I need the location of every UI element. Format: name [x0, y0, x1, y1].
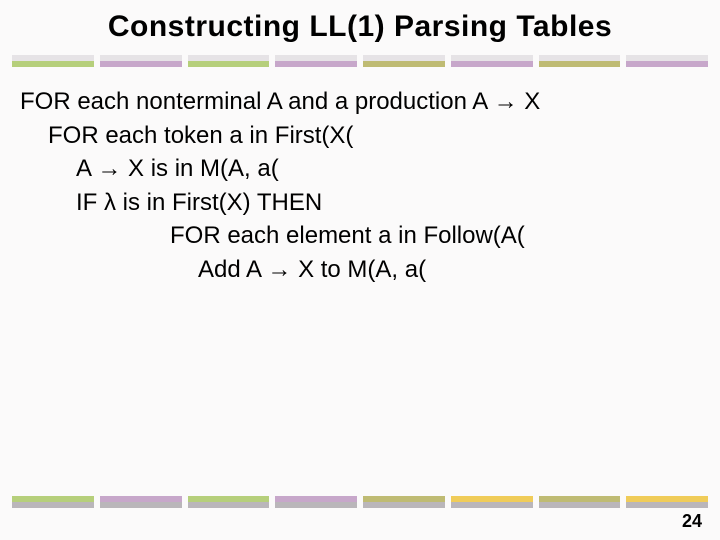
band-cell — [188, 502, 270, 508]
band-cell — [188, 61, 270, 67]
algo-line: FOR each token a in First(X( — [20, 119, 700, 153]
slide-body: FOR each nonterminal A and a production … — [20, 85, 700, 287]
band-cell — [539, 502, 621, 508]
band-cell — [626, 61, 708, 67]
band-cell — [12, 502, 94, 508]
decorative-band-top — [12, 55, 708, 67]
page-number: 24 — [682, 511, 702, 532]
band-cell — [363, 61, 445, 67]
band-cell — [100, 502, 182, 508]
band-cell — [626, 502, 708, 508]
algo-line: FOR each element a in Follow(A( — [20, 219, 700, 253]
band-cell — [275, 502, 357, 508]
band-cell — [275, 61, 357, 67]
band-cell — [539, 61, 621, 67]
algo-line: A → X is in M(A, a( — [20, 152, 700, 186]
band-row-dark — [12, 502, 708, 508]
band-cell — [100, 61, 182, 67]
band-cell — [451, 61, 533, 67]
band-cell — [363, 502, 445, 508]
algo-line: Add A → X to M(A, a( — [20, 253, 700, 287]
algo-line: IF λ is in First(X) THEN — [20, 186, 700, 220]
band-cell — [12, 61, 94, 67]
band-cell — [451, 502, 533, 508]
decorative-band-bottom — [12, 496, 708, 508]
algo-line: FOR each nonterminal A and a production … — [20, 85, 700, 119]
slide: Constructing LL(1) Parsing Tables FOR ea… — [0, 0, 720, 540]
band-row-color — [12, 61, 708, 67]
slide-title: Constructing LL(1) Parsing Tables — [0, 0, 720, 44]
